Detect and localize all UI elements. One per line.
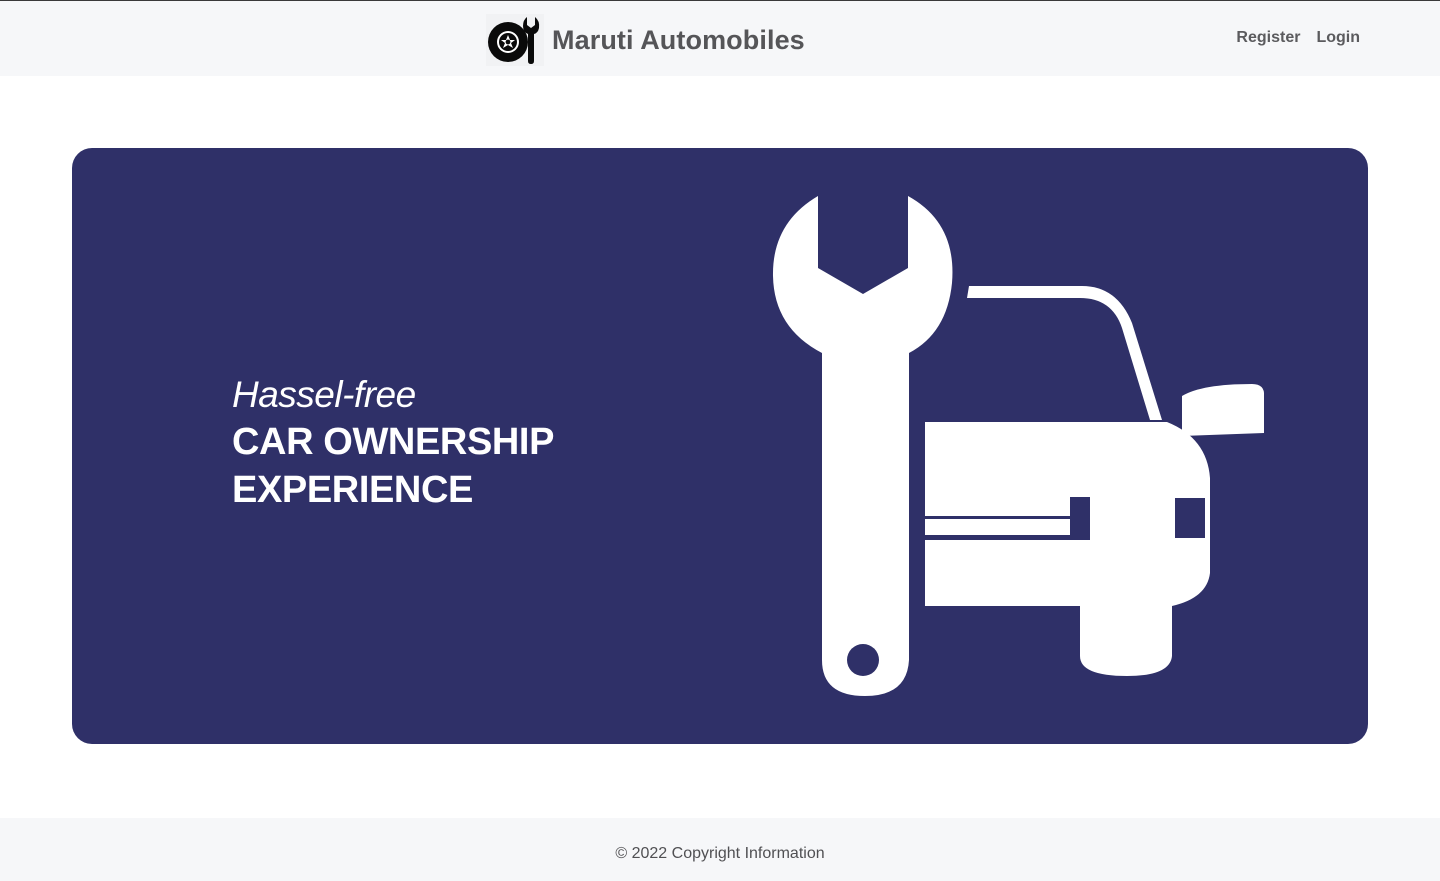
hero-heading-line1: CAR OWNERSHIP — [232, 421, 555, 463]
register-link[interactable]: Register — [1236, 29, 1300, 47]
nav-links: Register Login — [1236, 29, 1360, 47]
wrench-car-icon — [772, 196, 1265, 696]
hero-heading-line2: EXPERIENCE — [232, 469, 473, 511]
navbar: Maruti Automobiles Register Login — [0, 1, 1440, 76]
copyright-text: © 2022 Copyright Information — [615, 845, 825, 862]
brand-name: Maruti Automobiles — [552, 24, 805, 55]
brand-link[interactable]: Maruti Automobiles — [486, 14, 805, 66]
hero-text: Hassel-free CAR OWNERSHIP EXPERIENCE — [232, 372, 554, 514]
footer: © 2022 Copyright Information — [0, 818, 1440, 881]
tyre-wrench-icon — [486, 14, 544, 66]
login-link[interactable]: Login — [1316, 29, 1360, 47]
hero-banner: Hassel-free CAR OWNERSHIP EXPERIENCE — [72, 148, 1368, 744]
hero-tagline: Hassel-free — [232, 374, 416, 415]
